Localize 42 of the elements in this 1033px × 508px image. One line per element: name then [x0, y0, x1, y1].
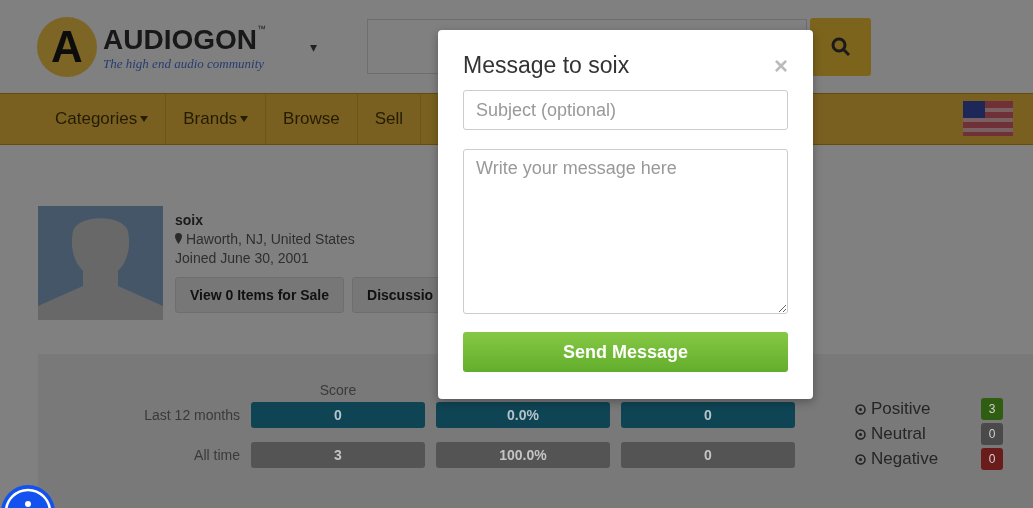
caret-icon: [140, 116, 149, 122]
site-logo-text[interactable]: AUDIOGON: [103, 23, 257, 56]
column-header: Score: [318, 382, 358, 398]
message-field[interactable]: Write your message here: [463, 149, 788, 314]
nav-item[interactable]: Sell: [357, 94, 422, 144]
pin-icon: [175, 233, 182, 244]
dialog-title: Message to soix: [463, 52, 630, 79]
search-button[interactable]: [810, 17, 871, 76]
username: soix: [175, 212, 204, 228]
count-badge: 3: [981, 398, 1003, 420]
score-cell: 3: [251, 442, 425, 468]
nav-item[interactable]: Browse: [266, 94, 358, 144]
row-label: Last 12 months: [143, 407, 240, 423]
site-tagline: The high end audio community: [103, 55, 266, 72]
count-badge: 0: [981, 448, 1003, 470]
legend-label: Positive: [871, 399, 932, 419]
count-badge: 0: [981, 423, 1003, 445]
dropdown-caret[interactable]: ▾: [310, 38, 317, 55]
score-cell: 100.0%: [436, 442, 610, 468]
search-icon: [829, 35, 852, 58]
joined-date: Joined June 30, 2001: [175, 250, 310, 266]
legend-label: Negative: [871, 449, 940, 469]
nav-item[interactable]: Categories: [38, 94, 167, 144]
radio-icon[interactable]: [855, 428, 866, 440]
radio-icon[interactable]: [855, 453, 866, 465]
subject-field[interactable]: Subject (optional): [463, 90, 788, 130]
close-button[interactable]: ×: [774, 53, 788, 78]
send-button[interactable]: Send Message: [463, 332, 788, 372]
score-cell: 0: [621, 442, 795, 468]
nav-item[interactable]: Brands: [166, 94, 267, 144]
profile-button[interactable]: View 0 Items for Sale: [175, 277, 345, 313]
radio-icon[interactable]: [855, 403, 866, 415]
flag-icon[interactable]: [963, 101, 1013, 136]
accessibility-icon[interactable]: [0, 484, 56, 508]
legend-label: Neutral: [871, 424, 927, 444]
score-cell: 0: [251, 402, 425, 428]
row-label: All time: [193, 447, 240, 463]
score-cell: 0.0%: [436, 402, 610, 428]
trademark-mark: ™: [257, 23, 266, 34]
score-cell: 0: [621, 402, 795, 428]
logo-badge[interactable]: A: [37, 16, 97, 77]
caret-icon: [240, 116, 249, 122]
